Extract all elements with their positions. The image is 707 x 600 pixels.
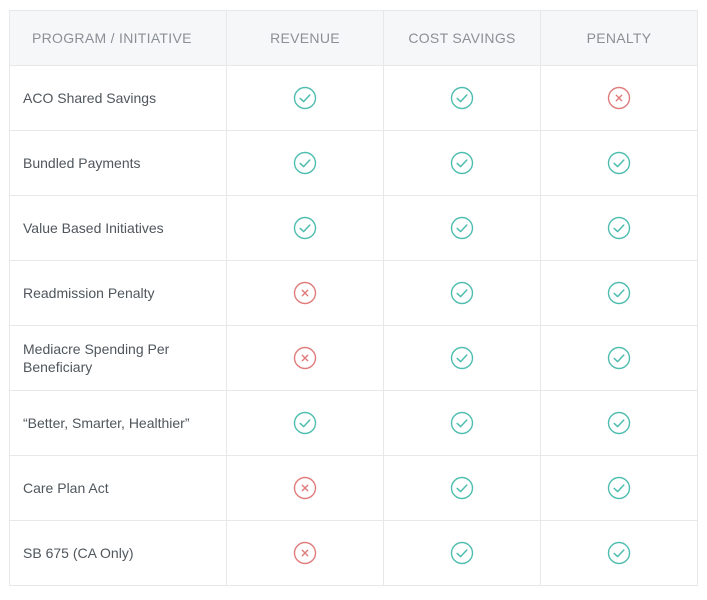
comparison-table-container: PROGRAM / INITIATIVE REVENUE COST SAVING…: [9, 10, 698, 586]
program-name-cell: “Better, Smarter, Healthier”: [9, 390, 227, 456]
revenue-cell: [226, 195, 384, 261]
check-icon: [607, 281, 631, 305]
cost-savings-cell: [383, 130, 541, 196]
check-icon: [450, 281, 474, 305]
table-row: Care Plan Act: [9, 455, 698, 521]
check-icon: [607, 216, 631, 240]
table-body: ACO Shared Savings Bundled Payments Value …: [9, 65, 698, 586]
table-row: Mediacre Spending Per Beneficiary: [9, 325, 698, 391]
program-name-cell: Mediacre Spending Per Beneficiary: [9, 325, 227, 391]
check-icon: [293, 86, 317, 110]
check-icon: [450, 346, 474, 370]
header-revenue: REVENUE: [226, 10, 384, 66]
check-icon: [450, 151, 474, 175]
cross-icon: [293, 476, 317, 500]
check-icon: [293, 151, 317, 175]
cross-icon: [293, 346, 317, 370]
penalty-cell: [540, 455, 698, 521]
cost-savings-cell: [383, 260, 541, 326]
header-cost-savings: COST SAVINGS: [383, 10, 541, 66]
cost-savings-cell: [383, 455, 541, 521]
check-icon: [607, 151, 631, 175]
revenue-cell: [226, 325, 384, 391]
revenue-cell: [226, 65, 384, 131]
table-row: SB 675 (CA Only): [9, 520, 698, 586]
check-icon: [450, 476, 474, 500]
revenue-cell: [226, 130, 384, 196]
check-icon: [450, 216, 474, 240]
header-program-initiative: PROGRAM / INITIATIVE: [9, 10, 227, 66]
cost-savings-cell: [383, 65, 541, 131]
check-icon: [450, 411, 474, 435]
check-icon: [293, 216, 317, 240]
penalty-cell: [540, 260, 698, 326]
cost-savings-cell: [383, 520, 541, 586]
check-icon: [450, 541, 474, 565]
program-name-cell: SB 675 (CA Only): [9, 520, 227, 586]
penalty-cell: [540, 130, 698, 196]
cross-icon: [293, 541, 317, 565]
revenue-cell: [226, 390, 384, 456]
table-row: Readmission Penalty: [9, 260, 698, 326]
check-icon: [607, 346, 631, 370]
penalty-cell: [540, 65, 698, 131]
table-row: “Better, Smarter, Healthier”: [9, 390, 698, 456]
penalty-cell: [540, 195, 698, 261]
table-row: Value Based Initiatives: [9, 195, 698, 261]
header-penalty: PENALTY: [540, 10, 698, 66]
program-comparison-table: PROGRAM / INITIATIVE REVENUE COST SAVING…: [9, 10, 698, 586]
penalty-cell: [540, 520, 698, 586]
cross-icon: [607, 86, 631, 110]
check-icon: [607, 411, 631, 435]
program-name-cell: Readmission Penalty: [9, 260, 227, 326]
penalty-cell: [540, 390, 698, 456]
cross-icon: [293, 281, 317, 305]
header-row: PROGRAM / INITIATIVE REVENUE COST SAVING…: [9, 10, 698, 66]
program-name-cell: Value Based Initiatives: [9, 195, 227, 261]
cost-savings-cell: [383, 390, 541, 456]
penalty-cell: [540, 325, 698, 391]
revenue-cell: [226, 260, 384, 326]
check-icon: [607, 476, 631, 500]
table-row: ACO Shared Savings: [9, 65, 698, 131]
revenue-cell: [226, 455, 384, 521]
check-icon: [293, 411, 317, 435]
program-name-cell: Care Plan Act: [9, 455, 227, 521]
program-name-cell: Bundled Payments: [9, 130, 227, 196]
cost-savings-cell: [383, 195, 541, 261]
check-icon: [607, 541, 631, 565]
cost-savings-cell: [383, 325, 541, 391]
revenue-cell: [226, 520, 384, 586]
program-name-cell: ACO Shared Savings: [9, 65, 227, 131]
check-icon: [450, 86, 474, 110]
table-header: PROGRAM / INITIATIVE REVENUE COST SAVING…: [9, 10, 698, 66]
table-row: Bundled Payments: [9, 130, 698, 196]
